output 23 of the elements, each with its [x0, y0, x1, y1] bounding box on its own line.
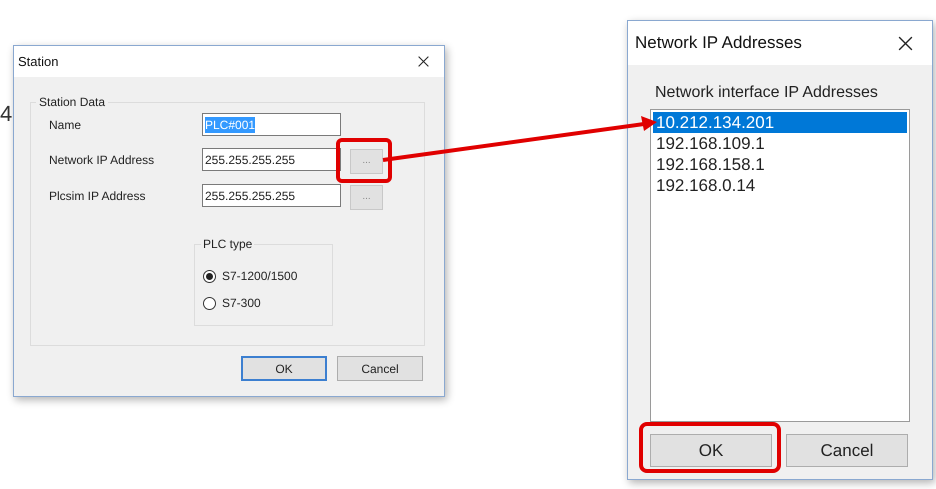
field-label: Plcsim IP Address: [49, 188, 146, 204]
field-label: Network IP Address: [49, 152, 156, 168]
close-icon[interactable]: [417, 55, 430, 68]
window-title: Network IP Addresses: [635, 32, 802, 54]
field-label: Name: [49, 116, 82, 134]
text-field[interactable]: 255.255.255.255: [202, 184, 341, 207]
list-item[interactable]: 10.212.134.201: [653, 112, 907, 133]
background-text: 4: [0, 103, 12, 125]
text-field[interactable]: 255.255.255.255: [202, 148, 341, 171]
radio-option[interactable]: S7-300: [203, 294, 332, 312]
close-icon[interactable]: [897, 34, 914, 52]
window-title: Station: [18, 52, 58, 71]
list-item[interactable]: 192.168.109.1: [653, 133, 907, 154]
group-title: Station Data: [38, 94, 106, 111]
dialog-button[interactable]: OK: [241, 356, 327, 381]
radio-option[interactable]: S7-1200/1500: [203, 267, 332, 285]
list-item[interactable]: 192.168.158.1: [653, 154, 907, 175]
list-item[interactable]: 192.168.0.14: [653, 175, 907, 196]
dialog-button[interactable]: OK: [650, 434, 772, 467]
group-title: PLC type: [202, 236, 254, 253]
list-title: Network interface IP Addresses: [654, 83, 879, 103]
dialog-button[interactable]: Cancel: [786, 434, 908, 467]
dialog-button[interactable]: Cancel: [337, 356, 423, 381]
